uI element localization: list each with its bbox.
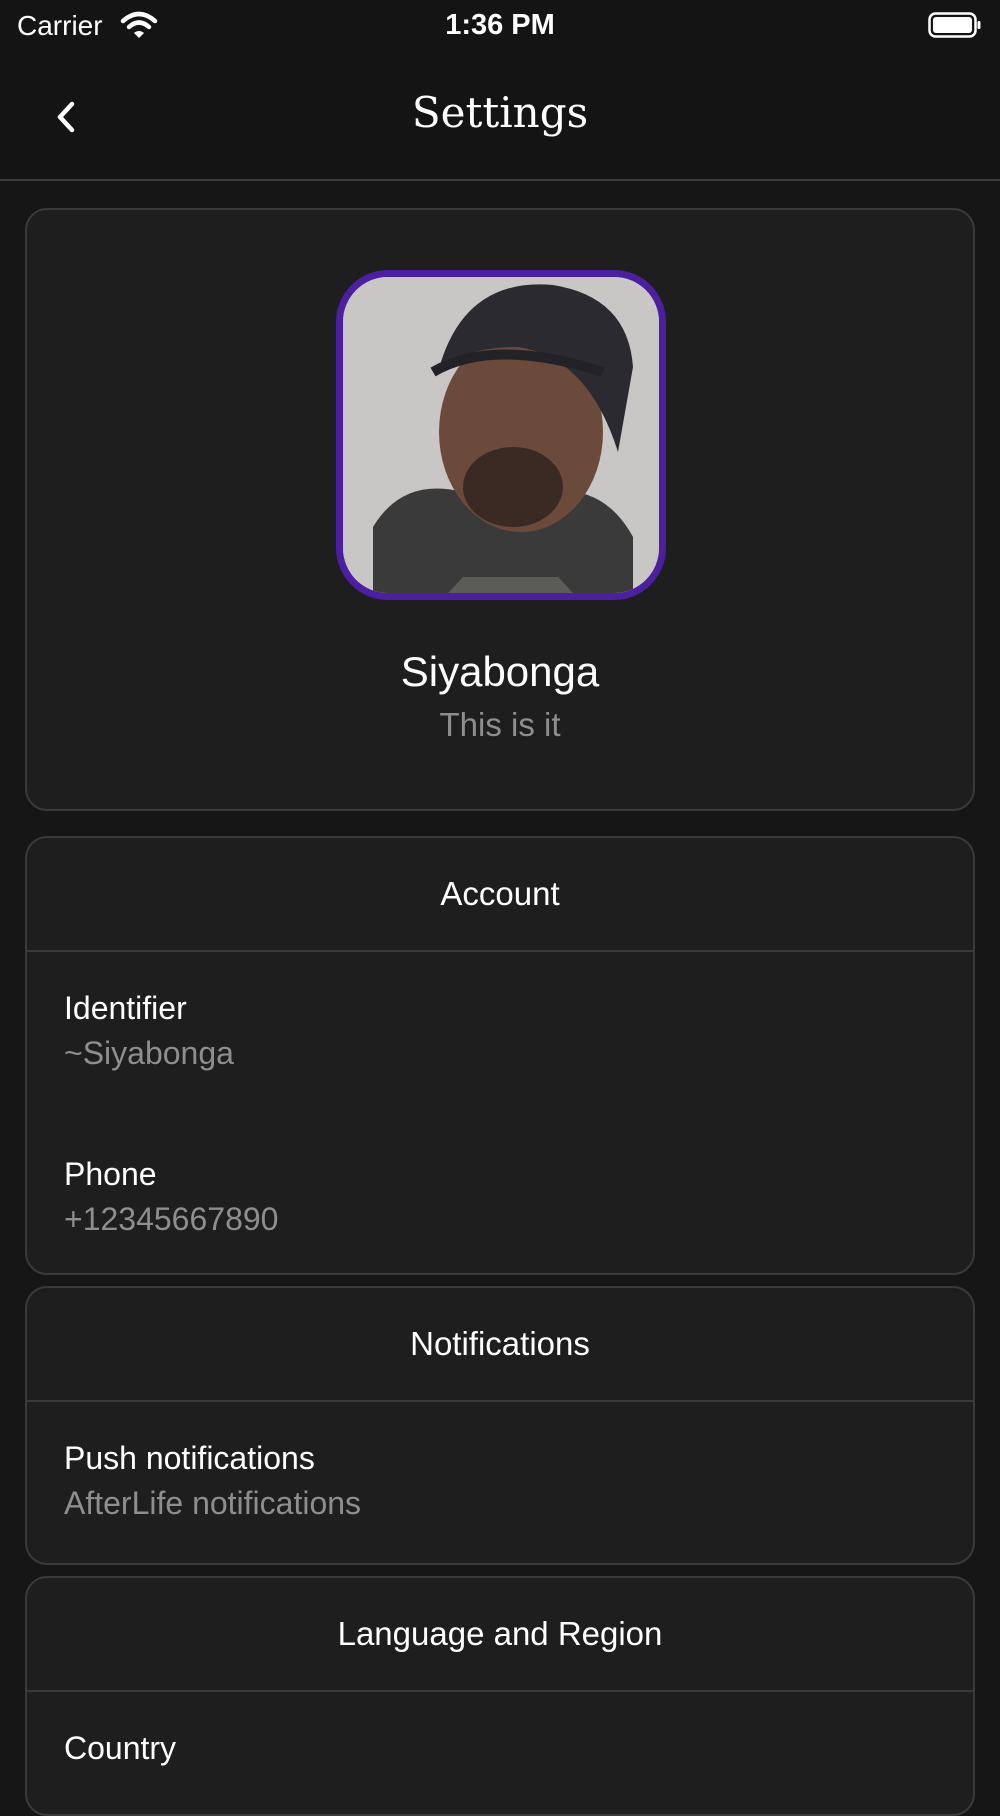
language-region-section: Language and Region Country	[25, 1576, 975, 1816]
profile-card[interactable]: Siyabonga This is it	[25, 208, 975, 811]
identifier-label: Identifier	[64, 990, 187, 1026]
status-bar: Carrier 1:36 PM	[0, 0, 1000, 50]
status-time: 1:36 PM	[445, 9, 555, 41]
country-row[interactable]: Country	[27, 1692, 973, 1767]
battery-icon	[928, 12, 981, 38]
identifier-row[interactable]: Identifier ~Siyabonga	[27, 952, 973, 1072]
page-title: Settings	[411, 88, 589, 137]
account-section: Account Identifier ~Siyabonga Phone +123…	[25, 836, 975, 1275]
navigation-bar: Settings	[0, 50, 1000, 181]
push-notifications-label: Push notifications	[64, 1440, 315, 1476]
push-notifications-row[interactable]: Push notifications AfterLife notificatio…	[27, 1402, 973, 1522]
notifications-section-title: Notifications	[27, 1288, 973, 1402]
phone-label: Phone	[64, 1156, 157, 1192]
profile-status: This is it	[439, 706, 561, 743]
push-notifications-value: AfterLife notifications	[64, 1485, 362, 1521]
phone-value: +12345667890	[64, 1201, 279, 1237]
identifier-value: ~Siyabonga	[64, 1035, 234, 1071]
country-label: Country	[64, 1730, 177, 1766]
phone-row[interactable]: Phone +12345667890	[27, 1072, 973, 1238]
notifications-section: Notifications Push notifications AfterLi…	[25, 1286, 975, 1565]
avatar-photo	[343, 277, 659, 593]
language-region-section-title: Language and Region	[27, 1578, 973, 1692]
profile-name: Siyabonga	[400, 648, 600, 695]
account-section-title: Account	[27, 838, 973, 952]
avatar[interactable]	[336, 270, 666, 600]
